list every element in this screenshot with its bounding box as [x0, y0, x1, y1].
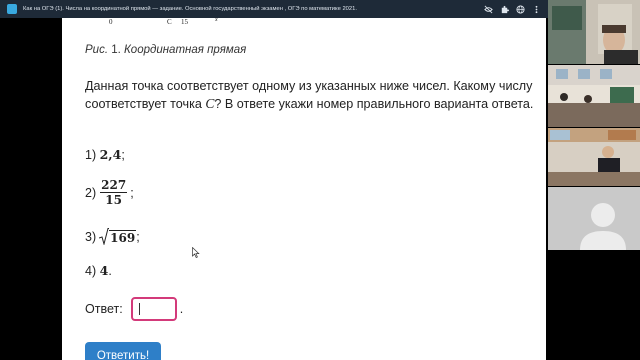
- option-1-value: 2,4: [99, 147, 122, 162]
- figure-caption: Рис. 1. Координатная прямая: [85, 44, 246, 56]
- classroom-video: [548, 128, 640, 186]
- axis-label-x: x: [215, 18, 218, 23]
- option-4: 4) 4.: [85, 263, 112, 278]
- answer-input[interactable]: [130, 297, 177, 321]
- option-3-label: 3): [85, 229, 97, 244]
- question-text-after: ? В ответе укажи номер правильного вариа…: [214, 97, 534, 111]
- video-tile-5-empty: [548, 251, 640, 360]
- option-3-suffix: ;: [136, 229, 140, 244]
- classroom-video: [548, 65, 640, 127]
- task-content: 0 C 15 x Рис. 1. Координатная прямая Дан…: [62, 18, 546, 360]
- video-tile-4-no-camera[interactable]: [548, 187, 640, 250]
- menu-icon[interactable]: [531, 4, 542, 15]
- axis-label-fifteen: 15: [181, 18, 188, 26]
- video-tile-3[interactable]: [548, 128, 640, 186]
- option-1-label: 1): [85, 147, 97, 162]
- caption-number: 1.: [111, 44, 121, 56]
- option-1-suffix: ;: [121, 147, 125, 162]
- option-4-value: 4: [99, 263, 109, 278]
- title-bar-icons: [477, 4, 548, 15]
- option-2: 2) 227 15 ;: [85, 178, 134, 207]
- video-tile-2[interactable]: [548, 65, 640, 127]
- extension-icon[interactable]: [499, 4, 510, 15]
- text-caret: [138, 303, 140, 315]
- avatar-placeholder-icon: [548, 187, 640, 250]
- fraction-denominator: 15: [105, 193, 122, 207]
- option-1: 1) 2,4;: [85, 147, 125, 162]
- answer-row: Ответ: .: [85, 297, 183, 321]
- question-text: Данная точка соответствует одному из ука…: [85, 78, 537, 113]
- caption-prefix: Рис.: [85, 44, 109, 56]
- answer-trailing-dot: .: [179, 302, 184, 316]
- option-2-fraction: 227 15: [100, 178, 128, 207]
- eye-off-icon[interactable]: [483, 4, 494, 15]
- option-4-suffix: .: [108, 263, 112, 278]
- caption-text: Координатная прямая: [124, 44, 247, 56]
- page: 0 C 15 x Рис. 1. Координатная прямая Дан…: [0, 18, 579, 360]
- tab-title: Как на ОГЭ (1). Числа на координатной пр…: [23, 6, 357, 12]
- video-tile-1[interactable]: [548, 0, 640, 64]
- radicand: 169: [109, 230, 137, 245]
- option-3: 3) 169 ;: [85, 228, 140, 245]
- site-favicon-icon: [7, 4, 17, 14]
- browser-title-bar: Как на ОГЭ (1). Числа на координатной пр…: [0, 0, 548, 18]
- submit-button[interactable]: Ответить!: [85, 342, 161, 360]
- option-2-suffix: ;: [130, 185, 134, 200]
- option-4-label: 4): [85, 263, 97, 278]
- square-root: 169: [99, 228, 137, 245]
- answer-label: Ответ:: [85, 302, 123, 316]
- option-2-label: 2): [85, 185, 97, 200]
- radical-sign-icon: [99, 228, 110, 245]
- axis-label-point-c: C: [167, 18, 172, 26]
- globe-icon[interactable]: [515, 4, 526, 15]
- number-line-figure: 0 C 15 x: [62, 18, 546, 30]
- participant-video: [548, 0, 640, 64]
- fraction-numerator: 227: [100, 178, 128, 193]
- mouse-cursor-icon: [192, 247, 200, 258]
- axis-label-zero: 0: [109, 18, 113, 26]
